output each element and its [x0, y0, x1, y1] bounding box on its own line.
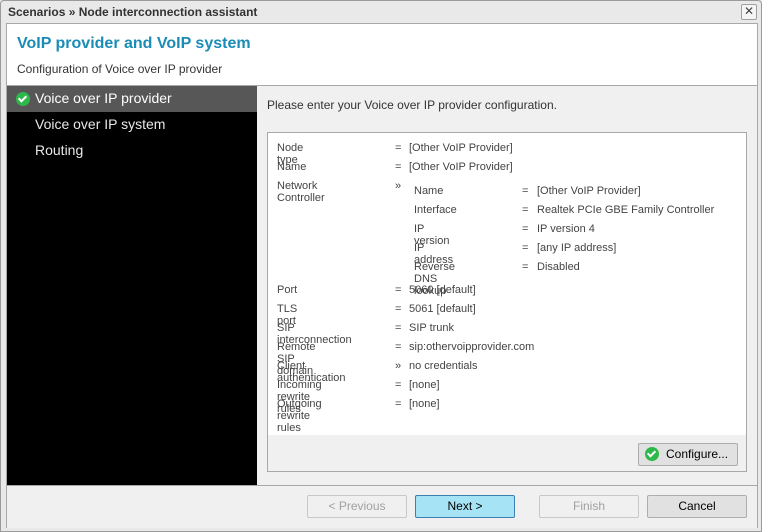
row-value: no credentials — [409, 360, 478, 372]
row-value: [Other VoIP Provider] — [409, 161, 513, 173]
row-operator: = — [522, 261, 529, 273]
row-operator: = — [395, 341, 402, 353]
row-key: Name — [414, 185, 444, 197]
row-operator: » — [395, 360, 402, 372]
configure-button[interactable]: Configure... — [638, 443, 738, 466]
sidebar-item-label: Voice over IP system — [35, 116, 166, 132]
configure-bar: Configure... — [267, 435, 747, 472]
row-value: IP version 4 — [537, 223, 595, 235]
check-icon — [645, 447, 659, 461]
header: VoIP provider and VoIP system Configurat… — [7, 24, 757, 86]
row-key: Outgoing rewrite rules — [277, 398, 322, 434]
row-operator: = — [395, 322, 402, 334]
row-key: Interface — [414, 204, 457, 216]
row-operator: = — [395, 303, 402, 315]
row-key: Name — [277, 161, 307, 173]
sidebar-item-voip-system[interactable]: Voice over IP system — [7, 112, 257, 138]
row-operator: = — [395, 379, 402, 391]
row-operator: = — [395, 142, 402, 154]
row-operator: » — [395, 180, 402, 192]
sidebar-item-label: Routing — [35, 142, 84, 158]
assistant-window: Scenarios » Node interconnection assista… — [0, 0, 762, 532]
row-value: SIP trunk — [409, 322, 455, 334]
row-operator: = — [395, 398, 402, 410]
row-operator: = — [522, 185, 529, 197]
row-operator: = — [395, 284, 402, 296]
previous-button[interactable]: < Previous — [307, 495, 407, 518]
next-button[interactable]: Next > — [415, 495, 515, 518]
page-subtitle: Configuration of Voice over IP provider — [17, 62, 223, 76]
configure-label: Configure... — [666, 447, 729, 461]
row-key: Reverse DNS lookup — [414, 261, 455, 297]
summary-box: Node type = [Other VoIP Provider] Name = [Oth… — [267, 132, 747, 437]
title-bar: Scenarios » Node interconnection assista… — [1, 1, 761, 23]
sidebar-item-voip-provider[interactable]: Voice over IP provider — [7, 86, 257, 112]
steps-sidebar: Voice over IP provider Voice over IP sys… — [7, 86, 257, 485]
row-value: Realtek PCIe GBE Family Controller — [537, 204, 715, 216]
window-title: Scenarios » Node interconnection assista… — [8, 5, 258, 19]
sidebar-item-routing[interactable]: Routing — [7, 138, 257, 164]
row-value: 5061 [default] — [409, 303, 476, 315]
dialog-body: VoIP provider and VoIP system Configurat… — [6, 23, 758, 528]
row-key: Network Controller — [277, 180, 325, 204]
row-value: sip:othervoipprovider.com — [409, 341, 535, 353]
row-value: Disabled — [537, 261, 580, 273]
close-icon: ✕ — [743, 4, 755, 18]
close-button[interactable]: ✕ — [741, 4, 757, 20]
button-bar: < Previous Next > Finish Cancel — [7, 485, 757, 528]
intro-text: Please enter your Voice over IP provider… — [267, 98, 557, 112]
row-key: Port — [277, 284, 298, 296]
row-operator: = — [395, 161, 402, 173]
row-operator: = — [522, 204, 529, 216]
row-value: [Other VoIP Provider] — [409, 142, 513, 154]
page-title: VoIP provider and VoIP system — [17, 35, 251, 52]
check-icon — [16, 92, 30, 106]
row-value: [none] — [409, 379, 440, 391]
content-panel: Please enter your Voice over IP provider… — [257, 86, 757, 485]
row-value: [none] — [409, 398, 440, 410]
row-value: [any IP address] — [537, 242, 617, 254]
cancel-button[interactable]: Cancel — [647, 495, 747, 518]
finish-button[interactable]: Finish — [539, 495, 639, 518]
row-operator: = — [522, 242, 529, 254]
row-value: [Other VoIP Provider] — [537, 185, 641, 197]
sidebar-item-label: Voice over IP provider — [35, 90, 172, 106]
row-operator: = — [522, 223, 529, 235]
